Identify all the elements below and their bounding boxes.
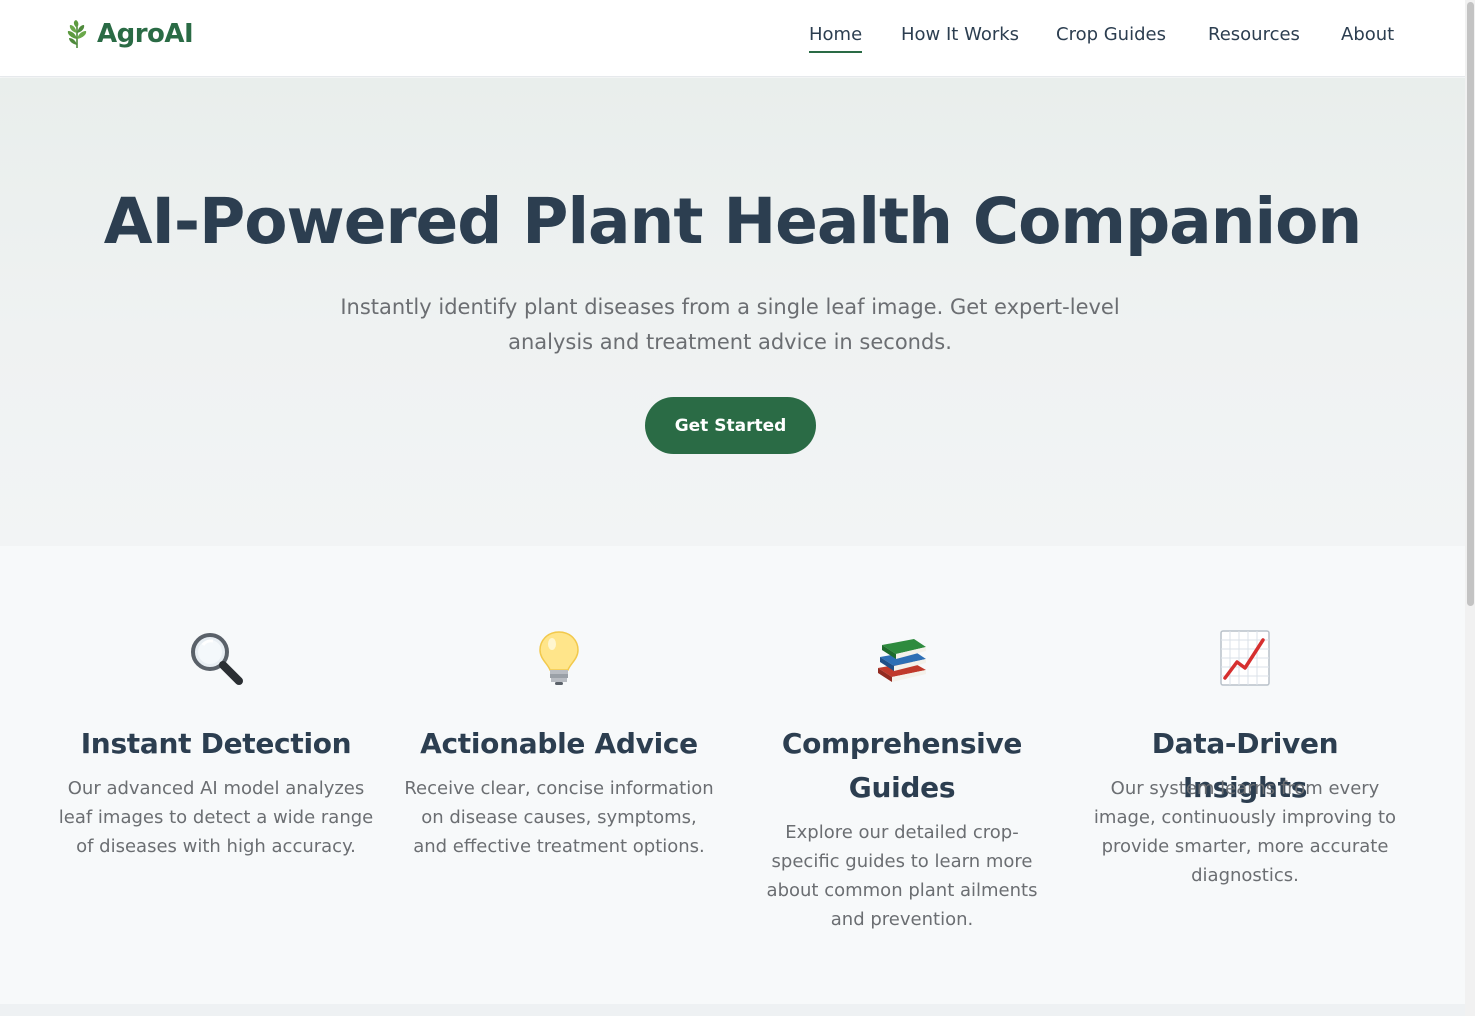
feature-description: Receive clear, concise information on di… xyxy=(404,778,714,857)
site-header: AgroAI Home How It Works Crop Guides Res… xyxy=(0,0,1465,77)
feature-description: Explore our detailed crop-specific guide… xyxy=(766,822,1038,930)
features-section: Instant Detection Our advanced AI model … xyxy=(0,546,1465,1004)
hero-section: AI-Powered Plant Health Companion Instan… xyxy=(0,78,1465,546)
feature-title: Actionable Advice xyxy=(420,727,698,760)
chart-increasing-icon xyxy=(1220,630,1270,686)
nav-about[interactable]: About xyxy=(1341,24,1394,51)
light-bulb-icon xyxy=(539,631,579,685)
next-section-edge xyxy=(0,1004,1465,1016)
get-started-button[interactable]: Get Started xyxy=(645,397,816,454)
scrollbar-thumb[interactable] xyxy=(1467,2,1474,606)
hero-title: AI-Powered Plant Health Companion xyxy=(103,185,1363,258)
feature-title: Instant Detection xyxy=(80,727,352,760)
magnifying-glass-icon xyxy=(191,633,243,685)
main-nav: Home How It Works Crop Guides Resources … xyxy=(0,24,1465,64)
feature-description: Our advanced AI model analyzes leaf imag… xyxy=(58,778,374,857)
nav-how-it-works[interactable]: How It Works xyxy=(901,24,1019,51)
nav-resources[interactable]: Resources xyxy=(1208,24,1300,51)
hero-subtitle: Instantly identify plant diseases from a… xyxy=(340,295,1120,354)
feature-title: Comprehensive Guides xyxy=(781,727,1023,804)
feature-description: Our system learns from every image, cont… xyxy=(1093,778,1397,886)
books-icon xyxy=(878,639,926,682)
nav-crop-guides[interactable]: Crop Guides xyxy=(1056,24,1166,51)
nav-home[interactable]: Home xyxy=(809,24,863,53)
